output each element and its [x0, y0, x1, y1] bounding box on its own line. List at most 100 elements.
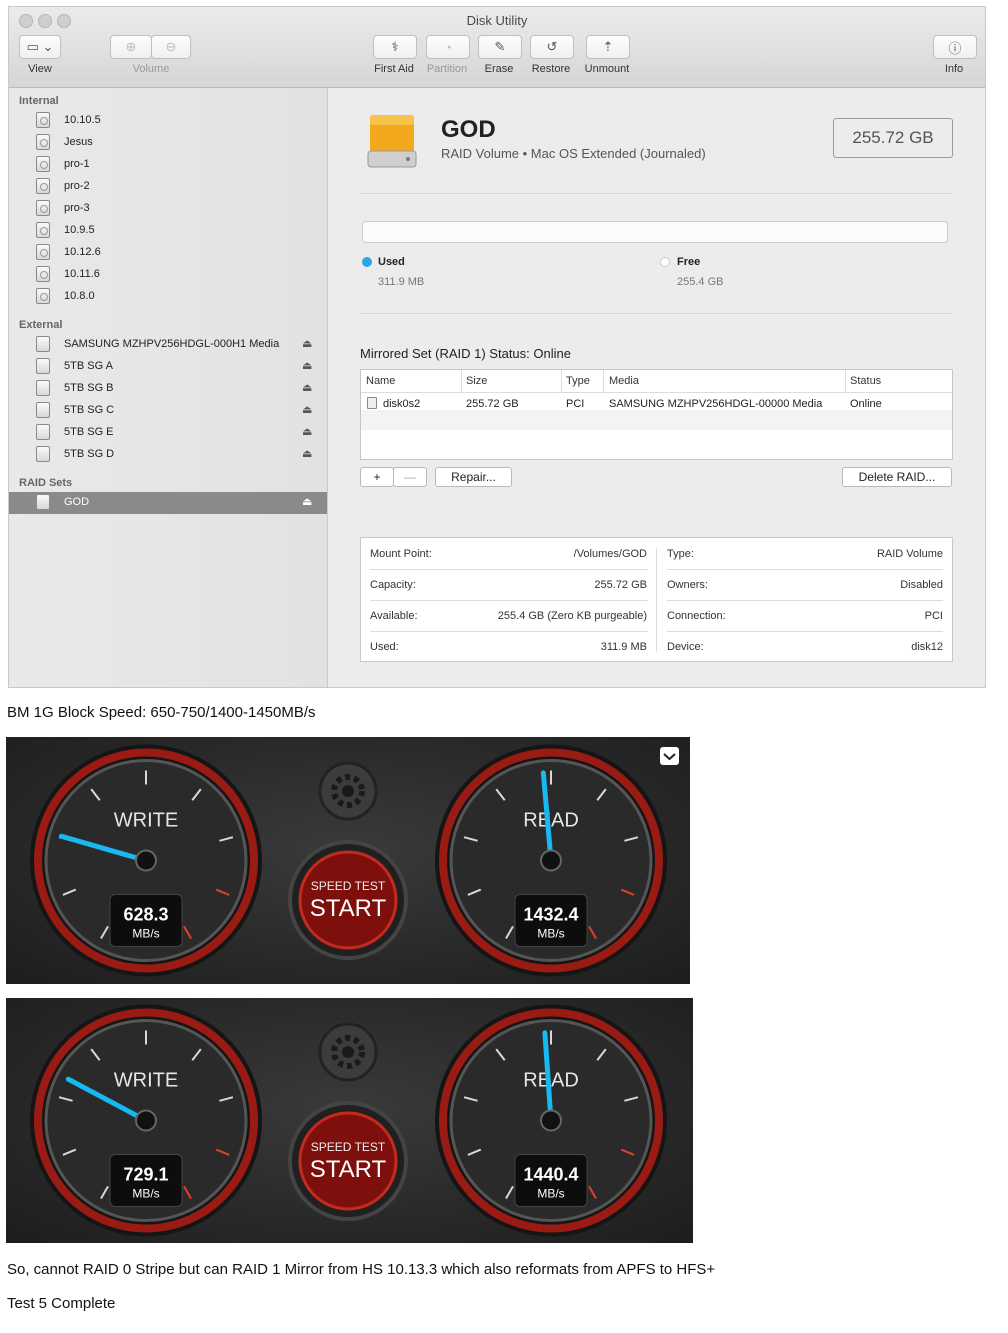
start-label: START [310, 895, 387, 922]
info-column-divider [656, 548, 657, 652]
restore-button[interactable]: ↺ [530, 35, 574, 59]
read-gauge: READ1440.4MB/s [435, 1004, 667, 1237]
erase-button[interactable]: ✎ [478, 35, 522, 59]
raid-note: So, cannot RAID 0 Stripe but can RAID 1 … [7, 1261, 716, 1278]
dropdown-chevron-icon[interactable] [660, 747, 679, 765]
restore-icon: ↺ [546, 39, 558, 54]
sidebar-item-label: 5TB SG C [64, 404, 115, 416]
col-separator [461, 370, 462, 392]
view-label: View [28, 63, 52, 75]
speed-test-graphic: WRITE 628.3 MB/s READ 1432.4 MB/s SPEED TEST ST… [30, 744, 679, 977]
sidebar-item[interactable]: 5TB SG C ⏏ [9, 400, 327, 422]
eject-icon[interactable]: ⏏ [302, 447, 312, 460]
sidebar-item[interactable]: 10.8.0 [9, 286, 327, 308]
eject-icon[interactable]: ⏏ [302, 495, 312, 508]
divider [360, 313, 951, 314]
needle-hub [135, 1109, 157, 1132]
sidebar-item[interactable]: SAMSUNG MZHPV256HDGL-000H1 Media ⏏ [9, 334, 327, 356]
col-separator [603, 370, 604, 392]
sidebar-item[interactable]: 5TB SG D ⏏ [9, 444, 327, 466]
start-button[interactable]: SPEED TEST START [288, 840, 408, 960]
table-row-empty [361, 410, 952, 430]
device-key: Device: [667, 641, 704, 653]
gauge-label: WRITE [114, 810, 178, 832]
raid-status: Mirrored Set (RAID 1) Status: Online [360, 346, 571, 361]
info-label: Info [944, 63, 964, 75]
sidebar-item[interactable]: 5TB SG A ⏏ [9, 356, 327, 378]
sidebar-item[interactable]: Jesus [9, 132, 327, 154]
eject-icon[interactable]: ⏏ [302, 381, 312, 394]
unmount-button[interactable]: ⇡ [586, 35, 630, 59]
eject-icon[interactable]: ⏏ [302, 337, 312, 350]
settings-gear-icon[interactable] [318, 761, 378, 821]
partition-button[interactable]: ◔ [426, 35, 470, 59]
remove-volume-button[interactable]: ⊖ [151, 35, 191, 59]
sidebar-item-label: 10.12.6 [64, 246, 101, 258]
capacity-value: 255.72 GB [594, 579, 647, 591]
row-divider [667, 569, 943, 570]
volume-label: Volume [132, 63, 170, 75]
eject-icon[interactable]: ⏏ [302, 425, 312, 438]
col-size[interactable]: Size [466, 375, 487, 387]
disk-utility-window: Disk Utility ▭ ⌄ View ⊕ ⊖ Volume ⚕ First… [8, 6, 986, 688]
remove-volume-icon: ⊖ [165, 39, 177, 54]
device-value: disk12 [911, 641, 943, 653]
sidebar-item[interactable]: GOD ⏏ [9, 492, 327, 514]
sidebar-item[interactable]: 5TB SG B ⏏ [9, 378, 327, 400]
disk-icon [36, 222, 50, 238]
sidebar-item[interactable]: 10.12.6 [9, 242, 327, 264]
available-key: Available: [370, 610, 418, 622]
delete-raid-button[interactable]: Delete RAID... [842, 467, 952, 487]
row-type: PCI [566, 398, 585, 410]
sidebar-item[interactable]: 5TB SG E ⏏ [9, 422, 327, 444]
read-gauge: READ 1432.4 MB/s [435, 744, 667, 977]
sidebar: Internal 10.10.5 Jesus pro-1 pro-2 pro-3 10.9… [9, 88, 328, 687]
unmount-icon: ⇡ [602, 39, 614, 54]
sidebar-item[interactable]: pro-2 [9, 176, 327, 198]
disk-icon [36, 494, 50, 510]
col-media[interactable]: Media [609, 375, 639, 387]
capacity-key: Capacity: [370, 579, 416, 591]
sidebar-item-label: 5TB SG E [64, 426, 114, 438]
remove-member-button[interactable]: — [393, 467, 427, 487]
unmount-label: Unmount [584, 63, 630, 75]
used-value: 311.9 MB [378, 276, 425, 288]
sidebar-item[interactable]: 10.9.5 [9, 220, 327, 242]
disk-icon [36, 446, 50, 462]
start-button[interactable]: SPEED TEST START [288, 1101, 408, 1221]
restore-label: Restore [531, 63, 571, 75]
col-type[interactable]: Type [566, 375, 590, 387]
erase-label: Erase [484, 63, 514, 75]
needle-hub [135, 849, 157, 872]
gauge-unit: MB/s [132, 1187, 159, 1201]
gauge-unit: MB/s [132, 927, 159, 941]
sidebar-icon: ▭ ⌄ [26, 39, 54, 54]
sidebar-item-label: 10.9.5 [64, 224, 95, 236]
sidebar-section-raid: RAID Sets [19, 477, 73, 489]
usage-bar [362, 221, 948, 243]
row-name: disk0s2 [383, 398, 421, 410]
disk-icon [36, 156, 50, 172]
eject-icon[interactable]: ⏏ [302, 359, 312, 372]
row-divider [667, 631, 943, 632]
col-status[interactable]: Status [850, 375, 881, 387]
sidebar-item[interactable]: 10.10.5 [9, 110, 327, 132]
info-button[interactable]: ⓘ [933, 35, 977, 59]
sidebar-item[interactable]: pro-1 [9, 154, 327, 176]
settings-gear-icon[interactable] [318, 1022, 378, 1082]
sidebar-item[interactable]: pro-3 [9, 198, 327, 220]
col-separator [561, 370, 562, 392]
disk-icon [36, 112, 50, 128]
speed-test-panel-2: WRITE 729.1 MB/s READ 1440.4 MB/s SPEED TEST ST… [6, 998, 693, 1243]
sidebar-item-label: 5TB SG D [64, 448, 115, 460]
add-member-button[interactable]: + [360, 467, 394, 487]
eject-icon[interactable]: ⏏ [302, 403, 312, 416]
gauge-value: 628.3 [123, 905, 168, 925]
disk-icon [36, 178, 50, 194]
view-button[interactable]: ▭ ⌄ [19, 35, 61, 59]
sidebar-item[interactable]: 10.11.6 [9, 264, 327, 286]
repair-button[interactable]: Repair... [435, 467, 512, 487]
add-volume-button[interactable]: ⊕ [110, 35, 152, 59]
first-aid-button[interactable]: ⚕ [373, 35, 417, 59]
col-name[interactable]: Name [366, 375, 395, 387]
